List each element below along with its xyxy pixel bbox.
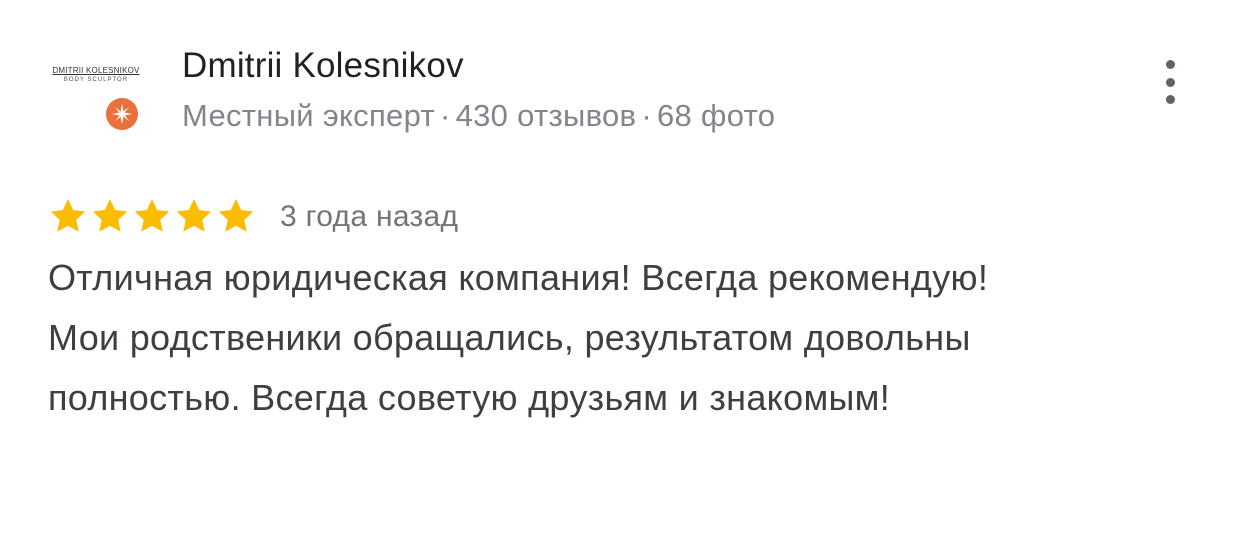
star-icon [134, 199, 170, 232]
meta-separator: · [439, 98, 451, 133]
local-guide-star-icon [111, 103, 133, 125]
review-date: 3 года назад [280, 200, 459, 233]
logo-subtitle-text: BODY SCULPTOR [63, 77, 129, 83]
photos-count: 68 фото [656, 98, 776, 133]
star-icon [176, 199, 212, 232]
star-icon [218, 199, 254, 232]
local-guide-badge [106, 98, 138, 130]
logo-name-text: DMITRII KOLESNIKOV [52, 66, 140, 75]
avatar-logo: DMITRII KOLESNIKOV BODY SCULPTOR [48, 50, 144, 100]
more-options-button[interactable] [1152, 56, 1188, 108]
more-vertical-icon [1165, 95, 1175, 104]
star-icon [50, 199, 86, 232]
review-text: Отличная юридическая компания! Всегда ре… [48, 257, 989, 418]
reviewer-name[interactable]: Dmitrii Kolesnikov [182, 46, 464, 86]
meta-separator: · [641, 98, 652, 133]
reviewer-meta[interactable]: Местный эксперт · 430 отзывов · 68 фото [182, 98, 775, 134]
local-guide-status: Местный эксперт [182, 98, 435, 133]
star-icon [92, 199, 128, 232]
more-vertical-icon [1165, 77, 1175, 87]
reviewer-avatar[interactable]: DMITRII KOLESNIKOV BODY SCULPTOR [48, 50, 144, 132]
star-rating [48, 194, 258, 238]
more-vertical-icon [1165, 60, 1175, 69]
reviews-count: 430 отзывов [455, 98, 637, 133]
